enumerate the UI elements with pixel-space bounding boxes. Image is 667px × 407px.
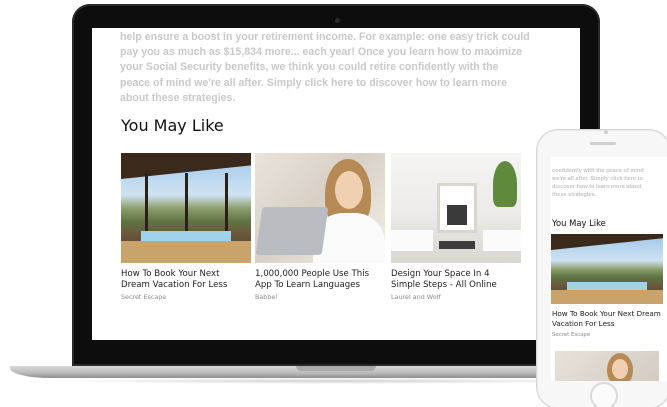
mobile-you-may-like-heading: You May Like <box>552 218 606 228</box>
mobile-article-text: confidently with the peace of mind we're… <box>552 167 666 199</box>
card-source: Laurel and Wolf <box>391 293 441 301</box>
card-title[interactable]: 1,000,000 People Use This App To Learn L… <box>255 269 385 291</box>
article-text: help ensure a boost in your retirement i… <box>120 30 532 106</box>
living-room-photo[interactable] <box>391 153 521 263</box>
woman-laptop-photo[interactable] <box>255 153 385 263</box>
mobile-woman-photo[interactable] <box>555 351 659 381</box>
recommendation-card-design[interactable]: Design Your Space In 4 Simple Steps - Al… <box>391 153 521 301</box>
phone-camera <box>604 130 608 134</box>
mobile-card-title[interactable]: How To Book Your Next Dream Vacation For… <box>552 309 664 328</box>
article-line: pay you as much as $15,834 more... each … <box>120 46 523 59</box>
article-line: these strategies. <box>552 192 597 198</box>
article-line: discover how to learn more about <box>552 184 642 190</box>
phone-speaker <box>590 142 616 145</box>
article-line: your Social Security benefits, we think … <box>120 61 499 74</box>
card-source: Secret Escape <box>121 293 167 301</box>
laptop-notch <box>296 366 376 371</box>
card-source: Babbel <box>255 293 278 301</box>
phone-home-button[interactable] <box>590 382 618 407</box>
recommendation-card-languages[interactable]: 1,000,000 People Use This App To Learn L… <box>255 153 385 301</box>
recommendation-card-vacation[interactable]: How To Book Your Next Dream Vacation For… <box>121 153 251 301</box>
article-line: peace of mind we're all after. Simply cl… <box>120 76 507 89</box>
article-line: we're all after. Simply click here to <box>552 176 643 182</box>
article-line: confidently with the peace of mind <box>552 168 644 174</box>
mobile-vacation-house-photo[interactable] <box>551 234 663 304</box>
card-title[interactable]: Design Your Space In 4 Simple Steps - Al… <box>391 269 521 291</box>
card-title[interactable]: How To Book Your Next Dream Vacation For… <box>121 269 251 291</box>
mobile-card-source: Secret Escape <box>552 332 591 338</box>
vacation-house-photo[interactable] <box>121 153 251 263</box>
article-line: help ensure a boost in your retirement i… <box>120 31 530 43</box>
laptop-camera <box>335 18 340 23</box>
phone-screen: confidently with the peace of mind we're… <box>551 157 667 381</box>
you-may-like-heading: You May Like <box>121 116 224 135</box>
article-line: about these strategies. <box>120 91 236 104</box>
laptop-screen: help ensure a boost in your retirement i… <box>92 28 580 340</box>
